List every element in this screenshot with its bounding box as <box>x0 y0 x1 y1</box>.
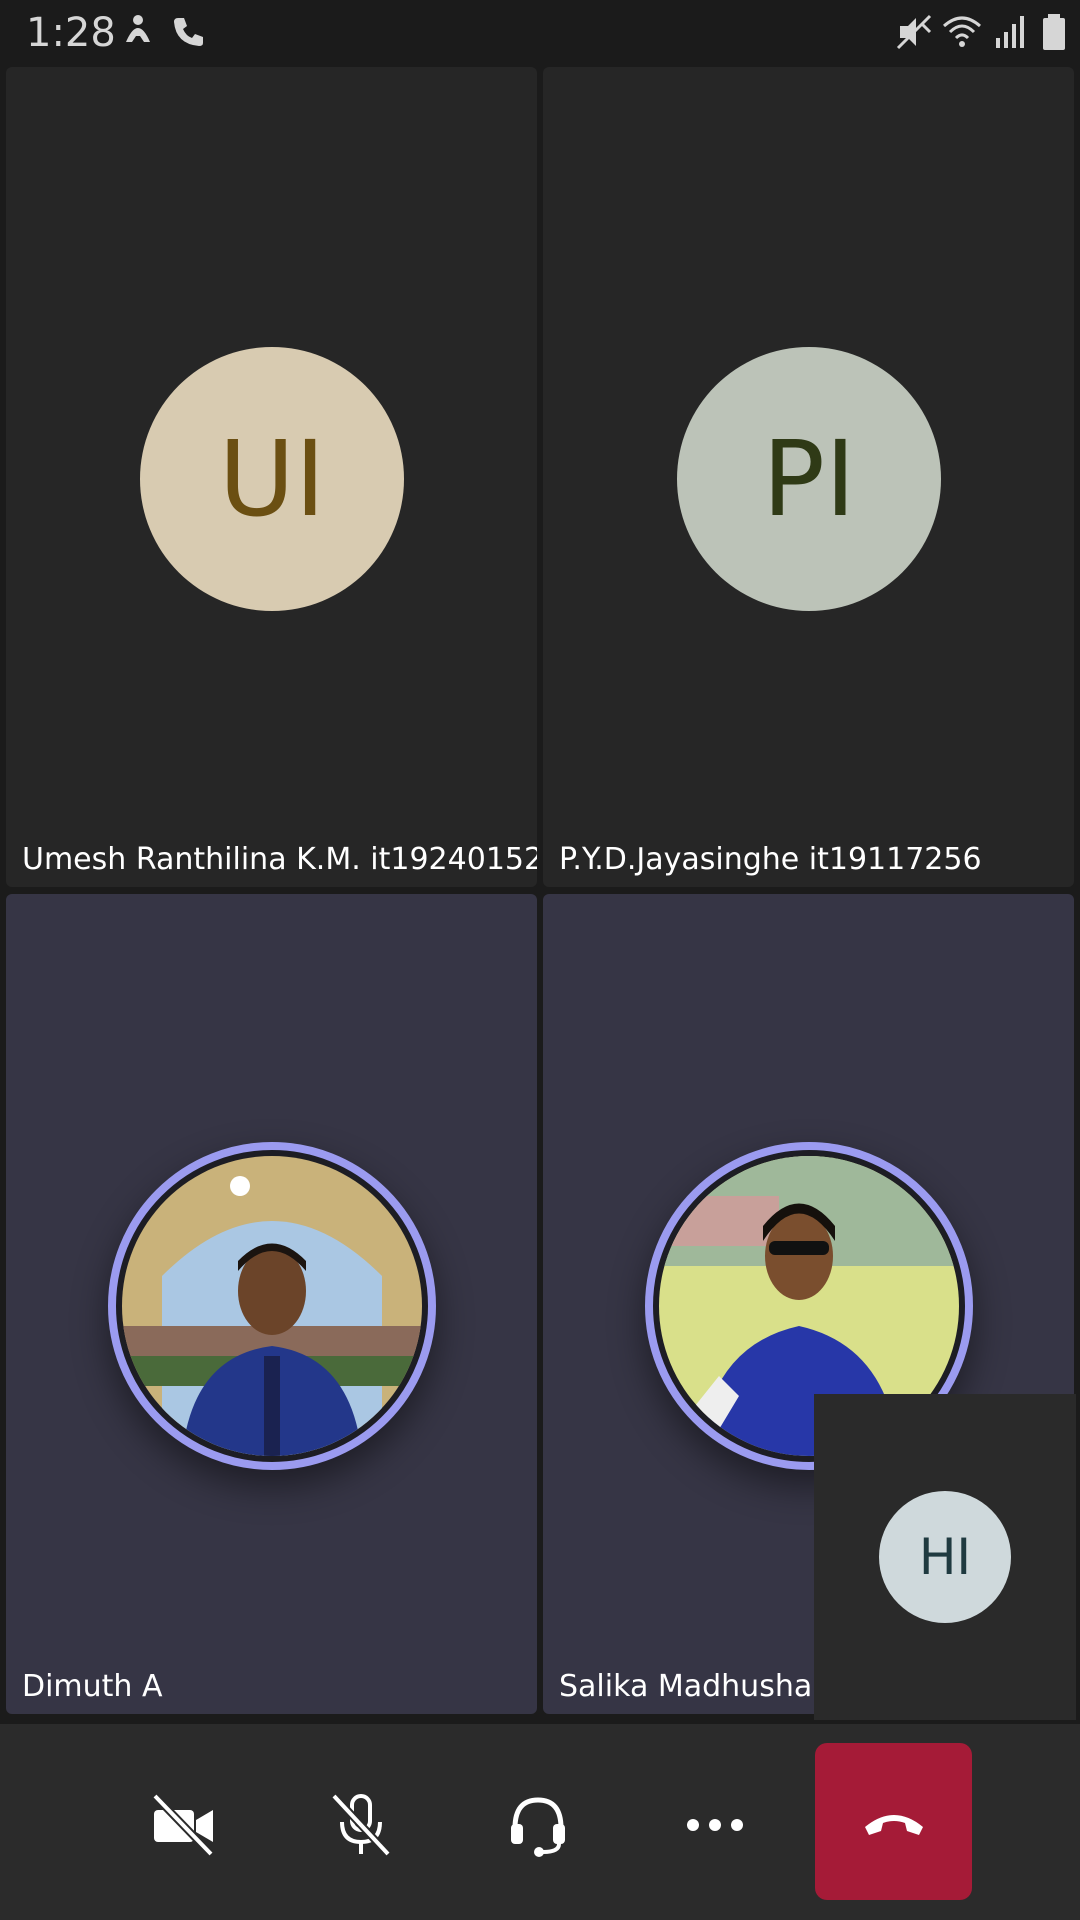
avatar-initials: UI <box>218 418 326 540</box>
mic-off-icon <box>331 1793 391 1857</box>
participant-avatar: PI <box>677 347 941 611</box>
self-avatar: HI <box>879 1491 1011 1623</box>
participant-name: Salika Madhushan <box>559 1669 832 1704</box>
participant-avatar <box>108 1142 436 1470</box>
phone-icon <box>174 18 203 46</box>
battery-icon <box>1043 14 1065 50</box>
participant-tile[interactable]: PI P.Y.D.Jayasinghe it19117256 <box>543 67 1074 887</box>
participant-tile[interactable]: UI Umesh Ranthilina K.M. it19240152 <box>6 67 537 887</box>
mute-icon <box>896 14 932 50</box>
wifi-icon <box>943 16 981 47</box>
hang-up-icon <box>864 1814 923 1835</box>
status-bar: 1:28 <box>0 0 1080 64</box>
profile-photo <box>122 1156 422 1456</box>
signal-icon <box>996 16 1024 48</box>
profile-photo-image <box>122 1156 422 1456</box>
headset-icon <box>511 1797 565 1857</box>
self-view[interactable]: HI <box>814 1394 1076 1720</box>
participant-avatar: UI <box>140 347 404 611</box>
participant-name: Umesh Ranthilina K.M. it19240152 <box>22 842 537 877</box>
avatar-initials: PI <box>762 418 856 540</box>
audio-device-button[interactable] <box>483 1770 593 1880</box>
participant-tile[interactable]: Dimuth A <box>6 894 537 1714</box>
participant-name: Dimuth A <box>22 1669 163 1704</box>
mic-toggle-button[interactable] <box>306 1770 416 1880</box>
camera-toggle-button[interactable] <box>129 1770 239 1880</box>
status-time: 1:28 <box>26 10 116 56</box>
accessibility-icon <box>126 15 150 42</box>
hang-up-button[interactable] <box>815 1743 972 1900</box>
more-icon <box>687 1819 743 1831</box>
avatar-initials: HI <box>918 1528 972 1586</box>
camera-off-icon <box>152 1793 214 1857</box>
participant-name: P.Y.D.Jayasinghe it19117256 <box>559 842 982 877</box>
more-options-button[interactable] <box>660 1770 770 1880</box>
